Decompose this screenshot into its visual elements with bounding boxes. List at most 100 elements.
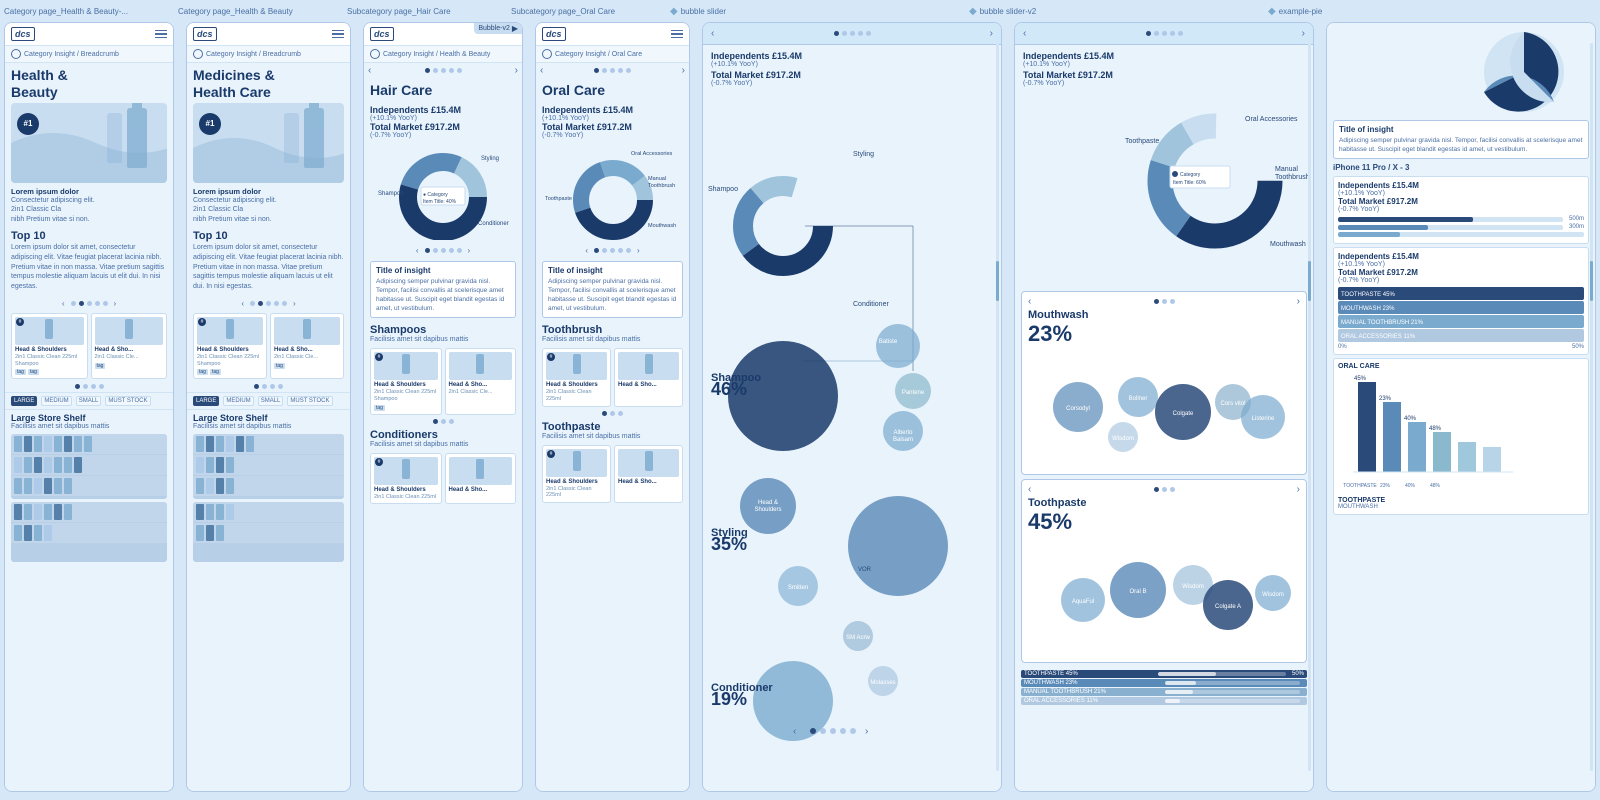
- card-name-1-col1: Head & Shoulders: [15, 347, 84, 354]
- product-img-1-col1: #: [15, 317, 84, 345]
- scrollbar-col6[interactable]: [1308, 43, 1311, 771]
- section-heading-col2: Top 10: [187, 227, 350, 243]
- svg-text:46%: 46%: [711, 379, 747, 399]
- bubble-prev-col6[interactable]: ‹: [1023, 28, 1026, 39]
- svg-text:TOOTHPASTE: TOOTHPASTE: [1343, 483, 1377, 489]
- stats-col4: Independents £15.4M (+10.1% YooY) Total …: [536, 101, 689, 143]
- card-sub-2-col1: 2in1 Classic Cle...: [95, 354, 164, 361]
- dcs-header-col4: dcs: [536, 23, 689, 46]
- divider2: [355, 22, 359, 800]
- carousel-prev-col2[interactable]: ‹: [241, 299, 244, 308]
- bubble-header-col6: ‹ ›: [1015, 23, 1313, 45]
- shelf-area2-col1: [11, 502, 167, 562]
- svg-text:Item Title: 40%: Item Title: 40%: [423, 199, 457, 205]
- bubble-next-col5[interactable]: ›: [990, 28, 993, 39]
- toothpaste-prev[interactable]: ‹: [1028, 484, 1031, 495]
- size-small-col2[interactable]: SMALL: [258, 396, 284, 406]
- bubble-prev-col5[interactable]: ‹: [711, 28, 714, 39]
- hamburger-col2[interactable]: [332, 30, 344, 39]
- size-large-col2[interactable]: LARGE: [193, 396, 219, 406]
- product-cards-shampoos: # Head & Shoulders 2in1 Classic Clean 22…: [364, 346, 522, 416]
- phone-col2: dcs Category Insight / Breadcrumb Medici…: [186, 22, 351, 792]
- nav-prev-col4[interactable]: ‹: [540, 65, 543, 76]
- nav-prev-col3[interactable]: ‹: [368, 65, 371, 76]
- svg-text:Smitten: Smitten: [788, 585, 808, 591]
- size-muststock-col1[interactable]: MUST STOCK: [105, 396, 150, 406]
- carousel-next-col1[interactable]: ›: [114, 299, 117, 308]
- svg-text:Oral Accessories: Oral Accessories: [1245, 116, 1298, 123]
- svg-text:Styling: Styling: [853, 151, 874, 158]
- scrollbar-col5[interactable]: [996, 43, 999, 771]
- hero-col2: #1: [193, 103, 344, 183]
- page-title-col3: Hair Care: [364, 78, 522, 101]
- carousel-prev-col1[interactable]: ‹: [62, 299, 65, 308]
- size-large-col1[interactable]: LARGE: [11, 396, 37, 406]
- dcs-logo-col2: dcs: [193, 27, 217, 41]
- svg-text:48%: 48%: [1429, 426, 1442, 432]
- svg-text:● Category: ● Category: [423, 192, 448, 198]
- shelf-area-col1: [11, 434, 167, 499]
- hl-bar-4: ORAL ACCESSORIES 11%: [1338, 329, 1584, 342]
- svg-text:Wisdom: Wisdom: [1262, 592, 1284, 598]
- play-icon: ▶: [512, 24, 518, 33]
- carousel-next-col2[interactable]: ›: [293, 299, 296, 308]
- nav-next-col4[interactable]: ›: [682, 65, 685, 76]
- donut-col4: Toothpaste Oral Accessories Manual Tooth…: [536, 143, 689, 243]
- diamond-icon3: ◆: [1268, 6, 1276, 17]
- carousel1-dots-col1: ‹ ›: [5, 296, 173, 311]
- mouthwash-prev[interactable]: ‹: [1028, 296, 1031, 307]
- svg-text:Listerine: Listerine: [1252, 416, 1275, 422]
- product-cards-conditioners: # Head & Shoulders 2in1 Classic Clean 22…: [364, 451, 522, 507]
- size-medium-col2[interactable]: MEDIUM: [223, 396, 253, 406]
- product-cards-row1-col2: # Head & Shoulders 2in1 Classic Clean 22…: [187, 311, 350, 381]
- svg-text:23%: 23%: [1380, 483, 1391, 489]
- insight-box-col4: Title of insight Adipiscing semper pulvi…: [542, 261, 683, 318]
- svg-text:Item Title: 60%: Item Title: 60%: [1173, 180, 1207, 186]
- svg-text:Oral Accessories: Oral Accessories: [631, 151, 673, 157]
- svg-text:Batiste: Batiste: [879, 339, 898, 345]
- hl-bar-1: TOOTHPASTE 45%: [1338, 287, 1584, 300]
- bubble-stats-col6: Independents £15.4M (+10.1% YooY) Total …: [1015, 45, 1313, 91]
- dcs-logo-col1: dcs: [11, 27, 35, 41]
- bubble-col5: ‹ › Independents £15.4M (+10.1% YooY) To…: [702, 22, 1002, 792]
- hero-bg-svg-col1: [11, 103, 167, 183]
- bubble-next-col6[interactable]: ›: [1302, 28, 1305, 39]
- size-muststock-col2[interactable]: MUST STOCK: [287, 396, 332, 406]
- hero-col1: #1: [11, 103, 167, 183]
- toothbrush-dots: [536, 409, 689, 418]
- mouthwash-next[interactable]: ›: [1297, 296, 1300, 307]
- phone-col3: Bubble-v2 ▶ dcs Category Insight / Healt…: [363, 22, 523, 792]
- size-medium-col1[interactable]: MEDIUM: [41, 396, 71, 406]
- phone-col1: dcs Category Insight / Breadcrumb Health…: [4, 22, 174, 792]
- size-small-col1[interactable]: SMALL: [76, 396, 102, 406]
- page-title-col1: Health &Beauty: [5, 63, 173, 103]
- subcategory-toothpaste: Toothpaste Facilisis amet sit dapibus ma…: [536, 418, 689, 443]
- toothpaste-next[interactable]: ›: [1297, 484, 1300, 495]
- svg-text:Conditioner: Conditioner: [853, 301, 889, 308]
- svg-text:19%: 19%: [711, 689, 747, 709]
- scrollbar-pie[interactable]: [1590, 43, 1593, 771]
- svg-text:48%: 48%: [1430, 483, 1441, 489]
- subcategory-shampoos: Shampoos Facilisis amet sit dapibus matt…: [364, 321, 522, 346]
- carousel2-dots-col1: [5, 381, 173, 392]
- dcs-header-col1: dcs: [5, 23, 173, 46]
- svg-text:Molasses: Molasses: [870, 680, 895, 686]
- svg-text:40%: 40%: [1405, 483, 1416, 489]
- donut-svg-col4: Toothpaste Oral Accessories Manual Tooth…: [543, 145, 683, 240]
- svg-text:Wisdom: Wisdom: [1182, 584, 1204, 590]
- section-heading-col1: Top 10: [5, 227, 173, 243]
- carousel1-dots-col2: ‹ ›: [187, 296, 350, 311]
- hamburger-col1[interactable]: [155, 30, 167, 39]
- toothpaste-box-col6: ‹ › Toothpaste 45% AquaFul Oral B: [1021, 479, 1307, 663]
- svg-text:45%: 45%: [1354, 376, 1367, 382]
- mouthwash-label: Mouthwash: [1028, 309, 1300, 321]
- svg-text:Category: Category: [1180, 172, 1201, 178]
- hl-bar-2: MOUTHWASH 23%: [1338, 301, 1584, 314]
- svg-text:Shoulders: Shoulders: [754, 507, 781, 513]
- nav-next-col3[interactable]: ›: [515, 65, 518, 76]
- svg-text:Shampoo: Shampoo: [708, 186, 738, 193]
- pie-svg: [1459, 27, 1589, 117]
- nav-row-col4: ‹ ›: [536, 63, 689, 78]
- bubble-v2-tag: Bubble-v2 ▶: [474, 23, 522, 34]
- svg-text:Oral B: Oral B: [1129, 589, 1146, 595]
